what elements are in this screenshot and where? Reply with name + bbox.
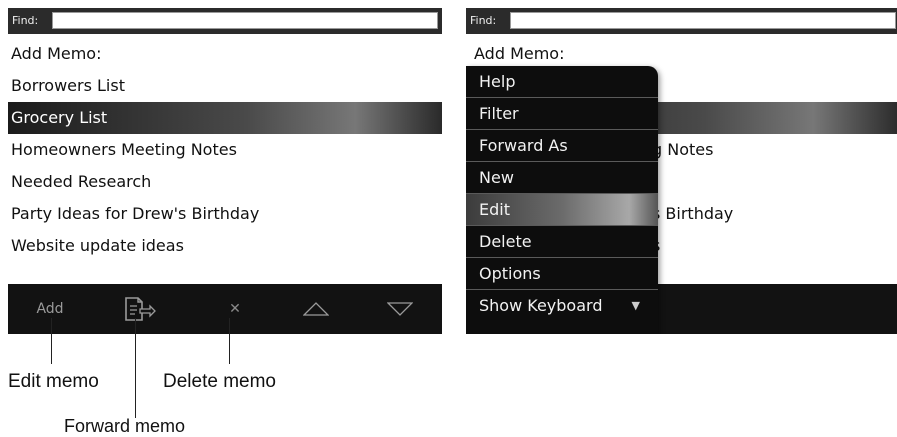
memo-list: Add Memo: Borrowers List Grocery List Ho… [8,38,442,262]
edit-memo-callout-line [51,318,52,364]
find-label: Find: [470,14,497,27]
menu-item-filter[interactable]: Filter [466,98,658,130]
list-item-selected[interactable]: Grocery List [8,102,442,134]
memo-list-menu-screen: Find: Add Memo: g Notes s Birthday s Hel… [466,8,897,334]
context-menu: Help Filter Forward As New Edit Delete O… [466,66,658,334]
menu-item-new[interactable]: New [466,162,658,194]
list-item-fragment: s Birthday [652,204,734,223]
edit-memo-label: Edit memo [8,371,99,392]
list-item[interactable]: Website update ideas [8,230,442,262]
list-item[interactable]: Party Ideas for Drew's Birthday [8,198,442,230]
delete-memo-label: Delete memo [163,371,276,392]
forward-memo-icon [125,297,156,321]
list-item[interactable]: Homeowners Meeting Notes [8,134,442,166]
menu-item-options[interactable]: Options [466,258,658,290]
bottom-toolbar: Add ✕ [8,284,442,334]
menu-more-arrow-icon: ▼ [631,299,640,312]
delete-memo-button[interactable]: ✕ [220,284,250,334]
find-input[interactable] [510,12,896,29]
list-item[interactable]: Needed Research [8,166,442,198]
memo-list-screen: Find: Add Memo: Borrowers List Grocery L… [8,8,442,334]
forward-memo-label: Forward memo [64,416,186,436]
find-input[interactable] [52,12,438,29]
add-button[interactable]: Add [28,284,72,334]
list-item-fragment: g Notes [652,140,714,159]
find-label: Find: [12,14,39,27]
menu-item-show-keyboard-label: Show Keyboard [479,296,603,315]
forward-memo-button[interactable] [118,284,158,334]
delete-memo-callout-line [229,318,230,364]
scroll-up-button[interactable] [296,284,336,334]
menu-item-show-keyboard[interactable]: Show Keyboard ▼ [466,290,658,322]
list-item[interactable]: Borrowers List [8,70,442,102]
menu-item-delete[interactable]: Delete [466,226,658,258]
find-bar: Find: [466,8,897,34]
menu-item-edit[interactable]: Edit [466,194,658,226]
menu-item-help[interactable]: Help [466,66,658,98]
forward-memo-callout-line [135,318,136,418]
find-bar: Find: [8,8,442,34]
triangle-down-icon [387,302,413,316]
scroll-down-button[interactable] [380,284,420,334]
menu-item-forward-as[interactable]: Forward As [466,130,658,162]
list-item-add-memo[interactable]: Add Memo: [8,38,442,70]
triangle-up-icon [303,302,329,316]
